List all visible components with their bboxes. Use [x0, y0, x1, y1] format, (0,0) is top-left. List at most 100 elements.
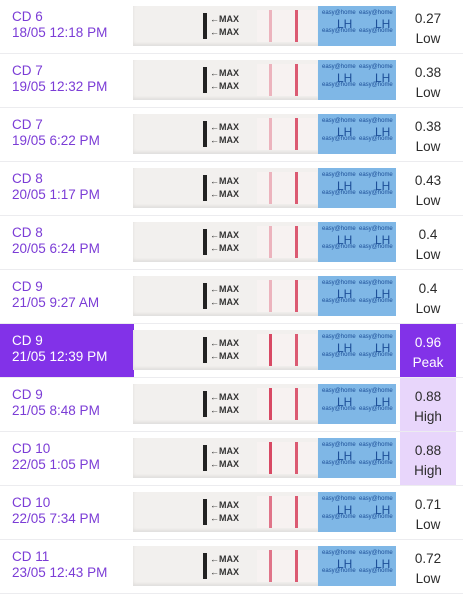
cycle-day-cell: CD 10 22/05 7:34 PM	[0, 486, 134, 539]
strip-lh-mark: LH	[337, 233, 353, 247]
strip-brand-text: easy@home	[322, 280, 356, 286]
strip-lh-mark: LH	[337, 503, 353, 517]
strip-lh-mark: LH	[337, 341, 353, 355]
test-row[interactable]: CD 8 20/05 6:24 PM ←MAX ←MAX easy@home easy@h…	[0, 216, 463, 270]
lh-test-strip-image[interactable]: ←MAX ←MAX easy@home easy@home easy@home easy@…	[133, 6, 396, 46]
lh-test-strip-image[interactable]: ←MAX ←MAX easy@home easy@home easy@home easy@…	[133, 168, 396, 208]
strip-max-text: ←MAX	[210, 122, 239, 132]
lh-result-cell: 0.38 Low	[400, 108, 456, 161]
test-line	[269, 172, 272, 204]
test-row[interactable]: CD 10 22/05 1:05 PM ←MAX ←MAX easy@home easy@…	[0, 432, 463, 486]
cycle-day-cell: CD 6 18/05 12:18 PM	[0, 0, 134, 53]
strip-lh-mark: LH	[375, 395, 391, 409]
lh-test-strip-image[interactable]: ←MAX ←MAX easy@home easy@home easy@home easy@…	[133, 276, 396, 316]
lh-test-strip-image[interactable]: ←MAX ←MAX easy@home easy@home easy@home easy@…	[133, 546, 396, 586]
test-row[interactable]: CD 7 19/05 12:32 PM ←MAX ←MAX easy@home easy@…	[0, 54, 463, 108]
strip-max-text: ←MAX	[210, 176, 239, 186]
strip-result-window	[257, 64, 317, 96]
test-line	[269, 280, 272, 312]
control-line	[295, 388, 298, 420]
lh-result-cell: 0.4 Low	[400, 270, 456, 323]
lh-result-cell: 0.96 Peak	[400, 324, 456, 377]
strip-max-text: ←MAX	[210, 554, 239, 564]
strip-lh-mark: LH	[375, 71, 391, 85]
strip-result-window	[257, 280, 317, 312]
test-line	[269, 334, 272, 366]
strip-lh-mark: LH	[337, 71, 353, 85]
strip-lh-mark: LH	[375, 287, 391, 301]
lh-ratio-value: 0.43	[414, 173, 442, 188]
lh-level-label: High	[414, 409, 442, 424]
strip-lh-mark: LH	[375, 125, 391, 139]
cycle-day-label: CD 8	[12, 171, 43, 186]
test-line	[269, 496, 272, 528]
strip-brand-text: easy@home	[322, 64, 356, 70]
strip-max-marker	[203, 499, 207, 525]
lh-test-strip-image[interactable]: ←MAX ←MAX easy@home easy@home easy@home easy@…	[133, 384, 396, 424]
lh-ratio-value: 0.88	[414, 389, 442, 404]
strip-brand-text: easy@home	[359, 10, 393, 16]
strip-lh-mark: LH	[337, 449, 353, 463]
test-row[interactable]: CD 6 18/05 12:18 PM ←MAX ←MAX easy@home easy@…	[0, 0, 463, 54]
control-line	[295, 226, 298, 258]
strip-result-window	[257, 172, 317, 204]
strip-brand-text: easy@home	[359, 226, 393, 232]
lh-level-label: Low	[415, 85, 441, 100]
lh-ratio-value: 0.71	[414, 497, 442, 512]
strip-brand-text: easy@home	[322, 226, 356, 232]
strip-lh-mark: LH	[375, 341, 391, 355]
strip-max-text: ←MAX	[210, 338, 239, 348]
lh-test-strip-image[interactable]: ←MAX ←MAX easy@home easy@home easy@home easy@…	[133, 438, 396, 478]
test-line	[269, 388, 272, 420]
test-row[interactable]: CD 9 21/05 12:39 PM ←MAX ←MAX easy@home easy@…	[0, 324, 463, 378]
test-row[interactable]: CD 10 22/05 7:34 PM ←MAX ←MAX easy@home easy@…	[0, 486, 463, 540]
lh-test-strip-image[interactable]: ←MAX ←MAX easy@home easy@home easy@home easy@…	[133, 222, 396, 262]
control-line	[295, 550, 298, 582]
cycle-day-cell: CD 9 21/05 12:39 PM	[0, 324, 134, 377]
strip-max-text: ←MAX	[210, 459, 239, 469]
cycle-day-cell: CD 8 20/05 6:24 PM	[0, 216, 134, 269]
strip-max-marker	[203, 67, 207, 93]
strip-lh-mark: LH	[375, 557, 391, 571]
test-row[interactable]: CD 11 23/05 12:43 PM ←MAX ←MAX easy@home easy…	[0, 540, 463, 594]
test-datetime: 19/05 6:22 PM	[12, 133, 100, 148]
cycle-day-cell: CD 8 20/05 1:17 PM	[0, 162, 134, 215]
test-line	[269, 10, 272, 42]
lh-ratio-value: 0.72	[414, 551, 442, 566]
test-datetime: 21/05 12:39 PM	[12, 349, 108, 364]
strip-lh-mark: LH	[337, 125, 353, 139]
strip-brand-text: easy@home	[322, 334, 356, 340]
lh-result-cell: 0.4 Low	[400, 216, 456, 269]
lh-level-label: High	[414, 463, 442, 478]
test-row[interactable]: CD 7 19/05 6:22 PM ←MAX ←MAX easy@home easy@h…	[0, 108, 463, 162]
strip-max-text: ←MAX	[210, 243, 239, 253]
control-line	[295, 118, 298, 150]
lh-ratio-value: 0.38	[414, 65, 442, 80]
cycle-day-cell: CD 10 22/05 1:05 PM	[0, 432, 134, 485]
strip-result-window	[257, 388, 317, 420]
test-datetime: 19/05 12:32 PM	[12, 79, 108, 94]
strip-result-window	[257, 118, 317, 150]
strip-lh-mark: LH	[375, 179, 391, 193]
lh-level-label: Peak	[412, 355, 444, 370]
cycle-day-cell: CD 7 19/05 12:32 PM	[0, 54, 134, 107]
strip-max-text: ←MAX	[210, 81, 239, 91]
lh-test-strip-image[interactable]: ←MAX ←MAX easy@home easy@home easy@home easy@…	[133, 60, 396, 100]
lh-ratio-value: 0.38	[414, 119, 442, 134]
strip-brand-text: easy@home	[322, 118, 356, 124]
strip-max-text: ←MAX	[210, 446, 239, 456]
strip-max-marker	[203, 121, 207, 147]
lh-test-strip-image[interactable]: ←MAX ←MAX easy@home easy@home easy@home easy@…	[133, 330, 396, 370]
lh-test-strip-image[interactable]: ←MAX ←MAX easy@home easy@home easy@home easy@…	[133, 492, 396, 532]
lh-result-cell: 0.43 Low	[400, 162, 456, 215]
test-line	[269, 64, 272, 96]
lh-test-strip-image[interactable]: ←MAX ←MAX easy@home easy@home easy@home easy@…	[133, 114, 396, 154]
lh-level-label: Low	[415, 247, 441, 262]
test-row[interactable]: CD 9 21/05 8:48 PM ←MAX ←MAX easy@home easy@h…	[0, 378, 463, 432]
strip-lh-mark: LH	[337, 179, 353, 193]
strip-result-window	[257, 442, 317, 474]
test-row[interactable]: CD 8 20/05 1:17 PM ←MAX ←MAX easy@home easy@h…	[0, 162, 463, 216]
test-row[interactable]: CD 9 21/05 9:27 AM ←MAX ←MAX easy@home easy@h…	[0, 270, 463, 324]
strip-brand-text: easy@home	[322, 172, 356, 178]
strip-max-text: ←MAX	[210, 284, 239, 294]
